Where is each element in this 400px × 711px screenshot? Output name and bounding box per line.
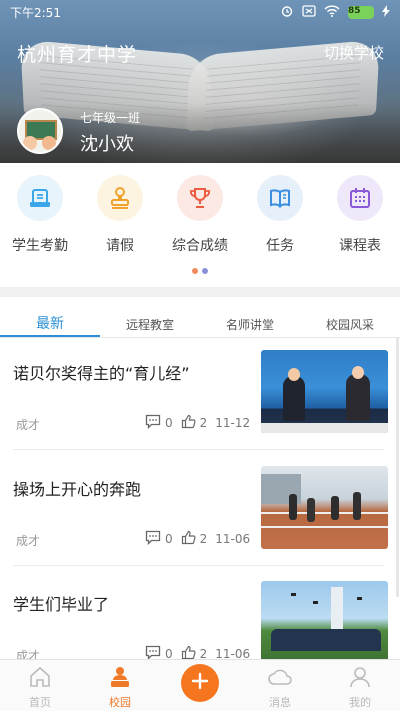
student-name: 沈小欢	[80, 134, 134, 155]
battery-icon: 85	[348, 5, 374, 19]
stamp-icon	[97, 175, 143, 221]
news-title: 操场上开心的奔跑	[13, 480, 142, 499]
quick-item-label: 请假	[106, 238, 134, 254]
scrollbar[interactable]	[396, 337, 399, 597]
list-item[interactable]: 诺贝尔奖得主的“育儿经” 成才 0 2 11-12	[0, 348, 400, 462]
tab-campus-style[interactable]: 校园风采	[300, 316, 400, 333]
news-thumbnail	[261, 350, 388, 433]
news-source: 成才	[16, 534, 41, 548]
quick-item-grades[interactable]: 综合成绩	[160, 175, 240, 255]
class-name: 七年级一班	[80, 111, 141, 125]
quick-item-tasks[interactable]: 任务	[240, 175, 320, 255]
news-date: 11-12	[215, 416, 251, 430]
alarm-icon	[280, 4, 294, 21]
quick-item-label: 学生考勤	[12, 238, 68, 254]
news-thumbnail	[261, 581, 388, 664]
quick-item-label: 课程表	[339, 238, 381, 254]
quick-menu: 学生考勤 请假 综合成绩 任务 课程表	[0, 163, 400, 287]
news-source: 成才	[16, 418, 41, 432]
news-title: 诺贝尔奖得主的“育儿经”	[13, 364, 190, 383]
switch-school-button[interactable]: 切换学校	[324, 42, 384, 63]
status-time: 下午2:51	[10, 5, 61, 20]
comment-icon[interactable]	[145, 530, 161, 548]
header-banner: 下午2:51 85 杭州育才中学 切换学校 七年级一班 沈小欢	[0, 0, 400, 163]
news-meta: 0 2 11-12	[145, 414, 250, 432]
school-name: 杭州育才中学	[17, 44, 138, 66]
tab-latest[interactable]: 最新	[0, 313, 100, 333]
campus-icon	[108, 666, 132, 692]
tab-teacher-lectures[interactable]: 名师讲堂	[200, 316, 300, 333]
news-tabs: 最新 远程教室 名师讲堂 校园风采	[0, 313, 400, 337]
like-count: 2	[199, 416, 208, 430]
home-icon	[28, 666, 52, 692]
quick-item-schedule[interactable]: 课程表	[320, 175, 400, 255]
nav-campus[interactable]: 校园	[80, 666, 160, 710]
quick-item-attendance[interactable]: 学生考勤	[0, 175, 80, 255]
status-bar: 下午2:51 85	[0, 0, 400, 24]
news-title: 学生们毕业了	[13, 595, 110, 614]
wifi-icon	[324, 4, 340, 20]
plus-icon	[190, 671, 210, 695]
comment-count: 0	[165, 532, 173, 546]
list-item[interactable]: 操场上开心的奔跑 成才 0 2 11-06	[0, 464, 400, 578]
comment-icon[interactable]	[145, 414, 161, 432]
sim-icon	[302, 4, 316, 20]
like-icon[interactable]	[181, 414, 196, 432]
nav-label: 消息	[269, 696, 291, 709]
add-button[interactable]	[181, 664, 219, 702]
news-thumbnail	[261, 466, 388, 549]
nav-messages[interactable]: 消息	[240, 666, 320, 710]
nav-mine[interactable]: 我的	[320, 666, 400, 710]
nav-home[interactable]: 首页	[0, 666, 80, 710]
charging-icon	[382, 4, 390, 20]
comment-count: 0	[165, 416, 173, 430]
tab-remote-classroom[interactable]: 远程教室	[100, 316, 200, 333]
avatar[interactable]	[17, 108, 63, 154]
pager-dot-active	[192, 268, 198, 274]
news-date: 11-06	[215, 532, 251, 546]
like-count: 2	[199, 532, 208, 546]
nav-label: 校园	[109, 696, 131, 709]
trophy-icon	[177, 175, 223, 221]
nav-label: 我的	[349, 696, 371, 709]
pager-dot	[202, 268, 208, 274]
attendance-icon	[17, 175, 63, 221]
pager-dots	[0, 268, 400, 274]
section-divider	[0, 287, 400, 297]
book-icon	[257, 175, 303, 221]
quick-item-label: 任务	[266, 238, 294, 254]
cloud-icon	[267, 666, 293, 692]
news-meta: 0 2 11-06	[145, 530, 250, 548]
like-icon[interactable]	[181, 530, 196, 548]
user-icon	[348, 666, 372, 692]
quick-item-leave[interactable]: 请假	[80, 175, 160, 255]
calendar-icon	[337, 175, 383, 221]
nav-label: 首页	[29, 696, 51, 709]
quick-item-label: 综合成绩	[172, 238, 228, 254]
